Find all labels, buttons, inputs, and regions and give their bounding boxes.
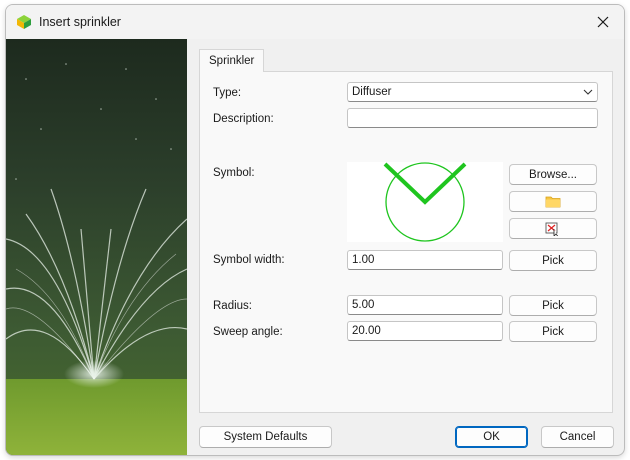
cancel-button[interactable]: Cancel [541, 426, 614, 448]
symbol-width-label: Symbol width: [213, 254, 285, 266]
symbol-label: Symbol: [213, 167, 255, 179]
window-title: Insert sprinkler [39, 15, 121, 29]
browse-button[interactable]: Browse... [509, 164, 597, 185]
symbol-preview [347, 162, 503, 242]
description-label: Description: [213, 113, 274, 125]
radius-input[interactable]: 5.00 [347, 295, 503, 315]
sprinkler-photo [6, 39, 187, 455]
pick-radius-button[interactable]: Pick [509, 295, 597, 316]
ok-button[interactable]: OK [455, 426, 528, 448]
pick-symbol-width-button[interactable]: Pick [509, 250, 597, 271]
clear-symbol-icon [545, 222, 559, 236]
chevron-down-icon [583, 89, 593, 95]
description-input[interactable] [347, 108, 598, 128]
close-icon [597, 16, 609, 28]
symbol-width-input[interactable]: 1.00 [347, 250, 503, 270]
pick-sweep-angle-button[interactable]: Pick [509, 321, 597, 342]
type-label: Type: [213, 87, 242, 99]
type-value: Diffuser [352, 86, 392, 98]
tab-sprinkler[interactable]: Sprinkler [199, 49, 265, 72]
close-button[interactable] [588, 9, 618, 35]
title-bar: Insert sprinkler [6, 5, 624, 39]
folder-icon [545, 196, 561, 208]
clear-symbol-button[interactable] [509, 218, 597, 239]
sprinkler-symbol-icon [383, 162, 467, 242]
app-logo-icon [17, 15, 31, 29]
sweep-angle-label: Sweep angle: [213, 326, 283, 338]
system-defaults-button[interactable]: System Defaults [199, 426, 332, 448]
sweep-angle-input[interactable]: 20.00 [347, 321, 503, 341]
insert-sprinkler-dialog: Insert sprinkler Sprinkler Type: Diffuse… [5, 4, 625, 456]
type-dropdown[interactable]: Diffuser [347, 82, 598, 102]
open-folder-button[interactable] [509, 191, 597, 212]
radius-label: Radius: [213, 300, 252, 312]
